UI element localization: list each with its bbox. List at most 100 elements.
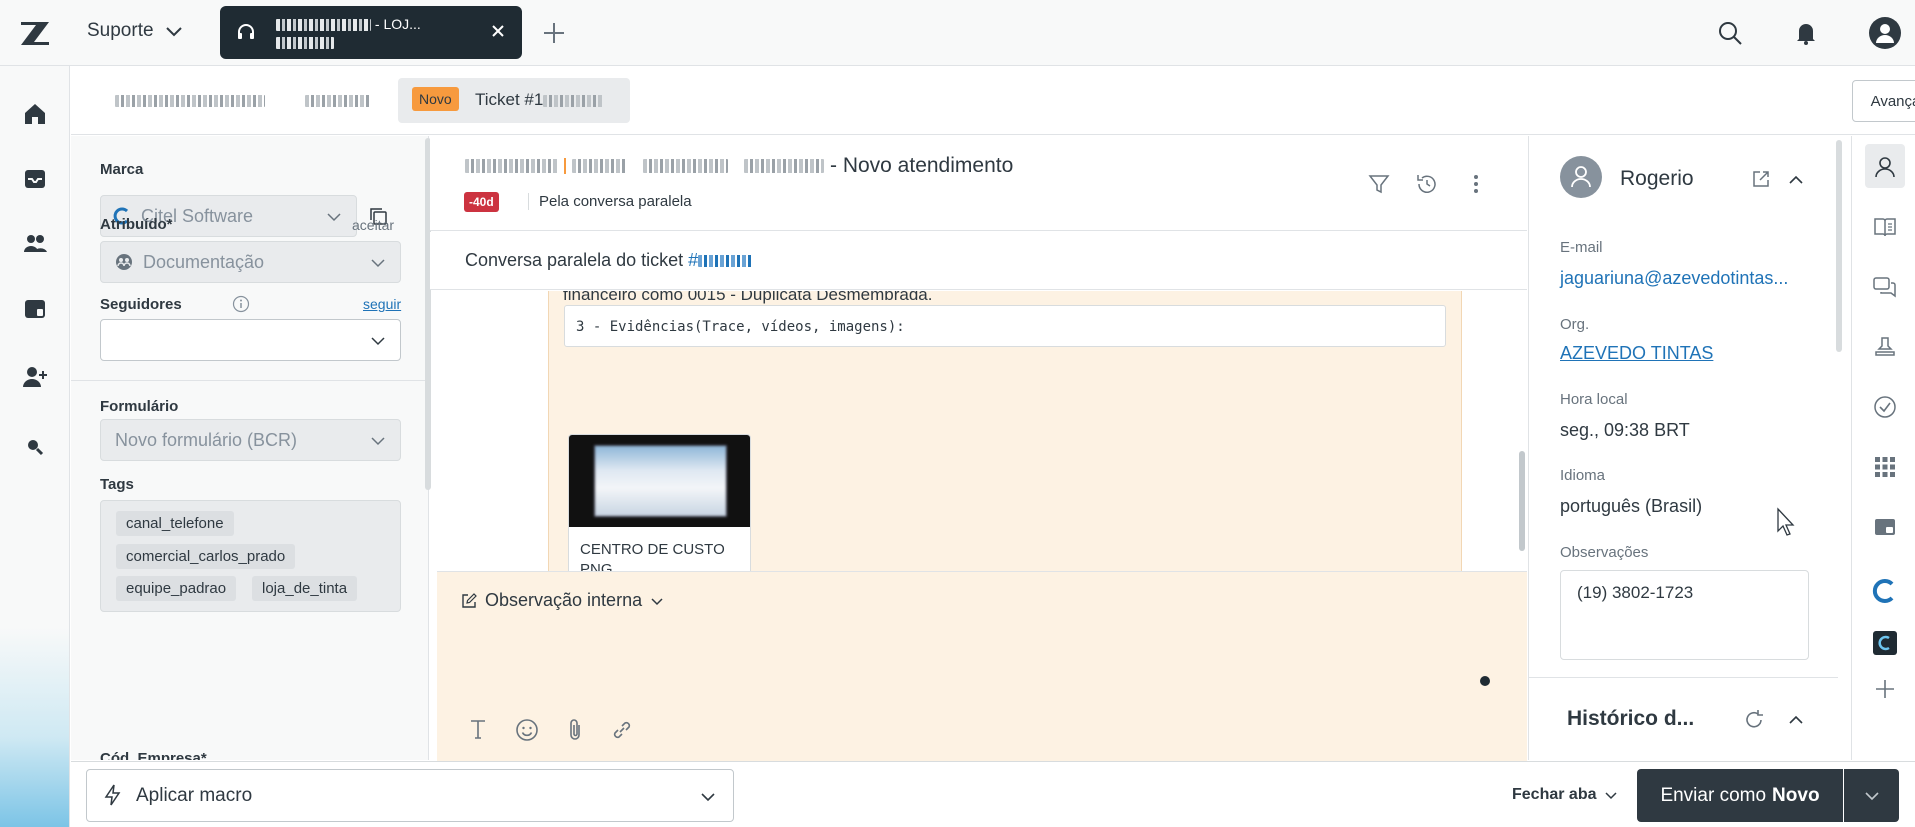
chevron-down-icon	[651, 597, 663, 605]
citel-app-icon[interactable]	[1872, 578, 1898, 604]
user-context-panel: Rogerio E-mail jaguariuna@azevedotintas.…	[1528, 136, 1838, 760]
notes-textarea[interactable]: (19) 3802-1723	[1560, 570, 1809, 660]
reply-composer[interactable]: Observação interna	[437, 571, 1527, 761]
close-tab-dropdown[interactable]: Fechar aba	[1512, 786, 1618, 804]
add-app-icon[interactable]	[1872, 676, 1898, 702]
side-conversation-text: Conversa paralela do ticket #	[465, 250, 754, 271]
apps-grid-icon[interactable]	[1872, 454, 1898, 480]
tag-item[interactable]: canal_telefone	[116, 511, 234, 536]
parent-ticket-hash: #	[688, 250, 699, 270]
bottom-action-bar: Aplicar macro Fechar aba Enviar como Nov…	[71, 761, 1915, 827]
history-section-title: Histórico d...	[1567, 707, 1695, 730]
add-tab-icon[interactable]	[541, 20, 567, 46]
notes-label: Observações	[1560, 544, 1649, 561]
edit-note-icon	[462, 592, 477, 608]
submit-options-button[interactable]	[1844, 769, 1899, 822]
screenshot-preview	[594, 445, 727, 517]
tag-item[interactable]: loja_de_tinta	[252, 576, 358, 601]
section-divider	[71, 380, 428, 381]
more-options-icon[interactable]	[1464, 172, 1488, 196]
tags-label: Tags	[100, 476, 134, 493]
apps-rail	[1851, 136, 1915, 760]
subtab-organization[interactable]	[115, 92, 265, 108]
citel-dark-app-icon[interactable]	[1872, 630, 1898, 656]
chevron-up-icon[interactable]	[1787, 171, 1805, 189]
redacted-text	[643, 159, 728, 173]
side-conversation-label: Conversa paralela do ticket	[465, 250, 684, 270]
history-icon[interactable]	[1415, 172, 1439, 196]
user-panel-scrollbar[interactable]	[1836, 140, 1842, 352]
redacted-text	[276, 19, 371, 32]
close-tab-label: Fechar aba	[1512, 786, 1597, 803]
user-name[interactable]: Rogerio	[1620, 167, 1694, 191]
views-icon[interactable]	[22, 296, 48, 322]
stamp-icon[interactable]	[1872, 334, 1898, 360]
close-icon[interactable]	[490, 23, 506, 39]
submit-status: Novo	[1772, 784, 1820, 806]
link-icon[interactable]	[610, 718, 634, 742]
follow-link[interactable]: seguir	[363, 296, 401, 312]
attachment-filename: CENTRO DE CUSTO PNG	[580, 540, 725, 571]
section-divider	[1529, 677, 1838, 678]
group-icon	[116, 254, 132, 270]
form-select[interactable]: Novo formulário (BCR)	[100, 419, 401, 461]
chevron-down-icon	[327, 213, 341, 222]
knowledge-book-icon[interactable]	[1872, 214, 1898, 240]
redacted-text	[276, 37, 334, 50]
open-external-icon[interactable]	[1751, 169, 1771, 189]
submit-button[interactable]: Enviar como Novo	[1637, 769, 1843, 822]
side-conversation-bar[interactable]: Conversa paralela do ticket #	[430, 232, 1527, 290]
search-icon[interactable]	[1717, 20, 1743, 46]
tag-item[interactable]: equipe_padrao	[116, 576, 237, 601]
user-silhouette-icon	[1571, 166, 1591, 188]
mouse-cursor-icon	[1777, 507, 1795, 536]
refresh-icon[interactable]	[1743, 709, 1765, 731]
local-time-label: Hora local	[1560, 391, 1628, 408]
messages-scrollbar[interactable]	[1519, 451, 1525, 551]
subtab-requester[interactable]	[305, 92, 371, 108]
assignee-select[interactable]: Documentação	[100, 241, 401, 283]
email-label: E-mail	[1560, 239, 1603, 256]
side-conversations-icon[interactable]	[1872, 274, 1898, 300]
email-value[interactable]: jaguariuna@azevedotintas...	[1560, 268, 1788, 289]
info-icon[interactable]	[232, 295, 250, 313]
advance-button[interactable]: Avançar	[1852, 80, 1915, 122]
parent-ticket-link[interactable]: #	[688, 250, 754, 270]
tags-input[interactable]: canal_telefone comercial_carlos_prado eq…	[100, 500, 401, 612]
filter-icon[interactable]	[1367, 172, 1391, 196]
home-icon[interactable]	[22, 101, 48, 127]
inbox-icon[interactable]	[22, 166, 48, 192]
accept-link[interactable]: aceitar	[352, 217, 394, 233]
message-text: financeiro como 0015 - Duplicata Desmemb…	[563, 291, 933, 304]
chevron-down-icon	[371, 437, 385, 446]
add-user-icon[interactable]	[22, 364, 48, 390]
attachment-icon[interactable]	[564, 718, 586, 742]
chevron-up-icon[interactable]	[1787, 711, 1805, 729]
product-switcher[interactable]: Suporte	[87, 20, 184, 42]
apply-macro-select[interactable]: Aplicar macro	[86, 769, 734, 822]
profile-avatar-icon[interactable]	[1868, 16, 1902, 50]
chevron-down-icon	[1605, 792, 1618, 800]
text-format-icon[interactable]	[467, 718, 489, 740]
reply-type-selector[interactable]: Observação interna	[461, 590, 664, 611]
attachment-card[interactable]: CENTRO DE CUSTO PNG	[568, 434, 751, 571]
active-ticket-tab[interactable]: - LOJ...	[220, 6, 522, 59]
followers-select[interactable]	[100, 319, 401, 361]
form-value: Novo formulário (BCR)	[115, 429, 298, 450]
views-panel-icon[interactable]	[1872, 514, 1898, 540]
zoom-search-icon[interactable]	[26, 438, 44, 456]
org-link[interactable]: AZEVEDO TINTAS	[1560, 343, 1713, 364]
local-time-value: seg., 09:38 BRT	[1560, 420, 1690, 440]
ticket-properties-panel: Marca Citel Software Atribuído* aceitar …	[71, 136, 429, 760]
customers-icon[interactable]	[22, 231, 48, 257]
user-profile-icon[interactable]	[1872, 154, 1898, 180]
emoji-icon[interactable]	[515, 718, 539, 742]
zendesk-logo-icon[interactable]	[20, 18, 50, 48]
user-avatar	[1560, 156, 1602, 198]
redacted-text	[305, 95, 371, 108]
check-circle-icon[interactable]	[1872, 394, 1898, 420]
tag-item[interactable]: comercial_carlos_prado	[116, 544, 296, 569]
bell-icon[interactable]	[1793, 20, 1819, 46]
assignee-label: Atribuído*	[100, 216, 173, 233]
conversation-messages: financeiro como 0015 - Duplicata Desmemb…	[437, 291, 1527, 571]
